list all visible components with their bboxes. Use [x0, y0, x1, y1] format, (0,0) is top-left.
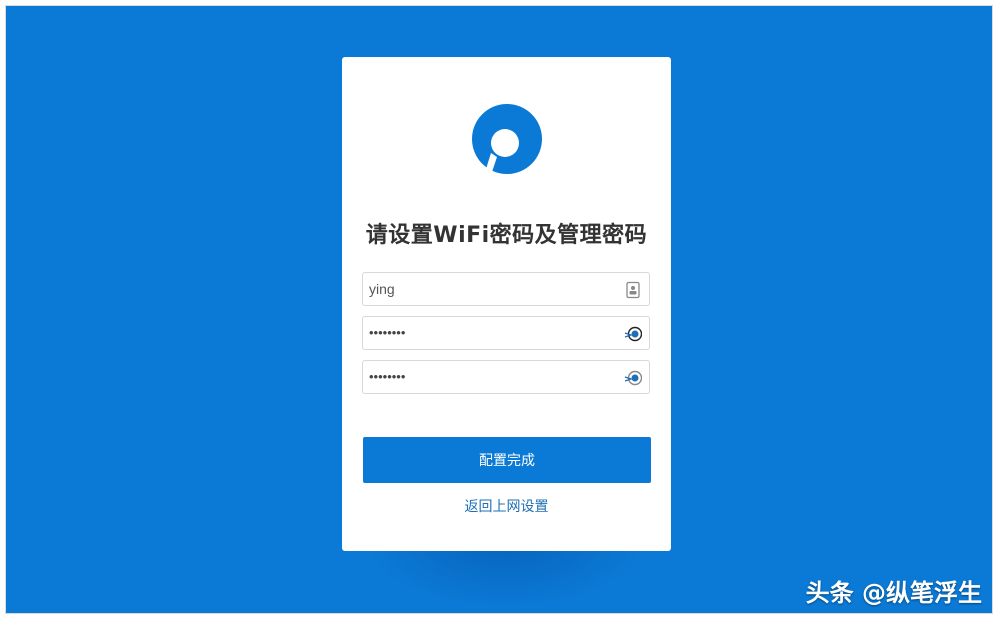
eye-toggle-icon[interactable]: [624, 369, 642, 387]
admin-password-field[interactable]: ••••••••: [362, 360, 650, 394]
wifi-password-input[interactable]: ••••••••: [369, 317, 609, 349]
username-input[interactable]: [369, 273, 609, 305]
eye-toggle-icon[interactable]: [624, 325, 642, 343]
setup-card: 请设置WiFi密码及管理密码 •••••••• •••••••• 配置完成 返回…: [342, 57, 671, 551]
back-to-internet-settings-link[interactable]: 返回上网设置: [342, 496, 671, 516]
submit-button[interactable]: 配置完成: [363, 437, 651, 483]
page-title: 请设置WiFi密码及管理密码: [365, 223, 648, 248]
contact-card-icon[interactable]: [624, 281, 642, 299]
username-field[interactable]: [362, 272, 650, 306]
watermark: 头条 @纵笔浮生: [805, 579, 982, 607]
wifi-password-field[interactable]: ••••••••: [362, 316, 650, 350]
router-logo-icon: [472, 104, 542, 174]
admin-password-input[interactable]: ••••••••: [369, 361, 609, 393]
